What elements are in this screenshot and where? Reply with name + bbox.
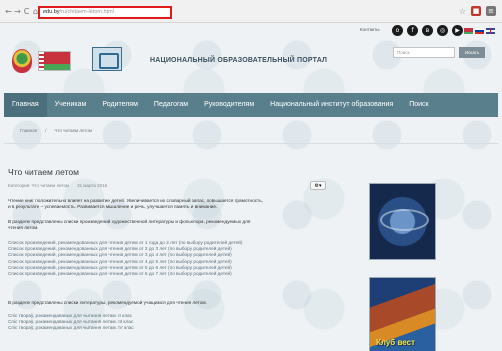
belarus-flag-icon (38, 51, 71, 71)
sidebar-banner-books[interactable]: Клуб вест (369, 277, 436, 351)
school-list: Спіс твораў, рэкамендаваных для чытання … (8, 313, 353, 332)
reload-icon[interactable]: C (22, 7, 31, 16)
menu-icon[interactable]: ≡ (486, 6, 496, 16)
facebook-icon[interactable]: f (407, 25, 418, 36)
search-button[interactable]: Искать (459, 47, 485, 58)
belarus-emblem-icon (12, 49, 32, 73)
back-icon[interactable]: ← (4, 7, 13, 16)
article: Что читаем летом Категория: Что читаем л… (8, 167, 358, 330)
menu-item-teachers[interactable]: Педагогам (146, 93, 196, 117)
banner-caption: Клуб вест (376, 338, 415, 347)
article-date: 31 марта 2016 (77, 183, 108, 188)
gear-icon[interactable]: ⚙▾ (310, 181, 326, 190)
preschool-list: Список произведений, рекомендованных для… (8, 240, 353, 277)
bookmark-star-icon[interactable]: ☆ (459, 7, 466, 16)
portal-title[interactable]: НАЦИОНАЛЬНЫЙ ОБРАЗОВАТЕЛЬНЫЙ ПОРТАЛ (150, 57, 327, 64)
menu-item-students[interactable]: Ученикам (47, 93, 95, 117)
page: Контакты о f в ◎ ▶ НАЦИОНАЛЬНЫЙ ОБРАЗОВА… (0, 23, 502, 351)
article-category[interactable]: Категория: Что читаем летом (8, 183, 69, 188)
divider (4, 143, 498, 144)
flag-by-icon[interactable] (464, 28, 473, 34)
search-form: Поиск Искать (393, 47, 485, 58)
breadcrumb-current: Что читаем летом (54, 128, 92, 133)
sidebar-banner-globe[interactable] (369, 183, 436, 260)
top-utility-bar: Контакты о f в ◎ ▶ (0, 23, 502, 41)
menu-item-search[interactable]: Поиск (401, 93, 436, 117)
breadcrumb: Главная / Что читаем летом (20, 128, 92, 133)
list-item[interactable]: Спіс твораў, рэкамендаваных для чытання … (8, 325, 353, 331)
breadcrumb-separator: / (45, 128, 47, 133)
search-input[interactable]: Поиск (393, 47, 455, 58)
intro-line: и в результате – успеваемость. Развивает… (8, 204, 218, 210)
url-path: /ru/chitaem-letom.html (59, 9, 114, 15)
instagram-icon[interactable]: ◎ (437, 25, 448, 36)
language-switcher (464, 28, 495, 34)
article-intro: Чтение книг положительно влияет на разви… (8, 198, 353, 210)
menu-item-institute[interactable]: Национальный институт образования (262, 93, 401, 117)
menu-item-managers[interactable]: Руководителям (196, 93, 262, 117)
portal-logo-icon[interactable] (92, 47, 122, 71)
extension-icon[interactable]: ■ (471, 6, 481, 16)
list-item[interactable]: Список произведений, рекомендованных для… (8, 271, 353, 277)
social-links: о f в ◎ ▶ (392, 25, 463, 36)
browser-toolbar: ← → C ⌂ edu.by/ru/chitaem-letom.html ☆ ■… (0, 0, 502, 23)
vk-icon[interactable]: в (422, 25, 433, 36)
url-host: edu.by (43, 9, 60, 15)
menu-item-home[interactable]: Главная (4, 93, 47, 117)
odnoklassniki-icon[interactable]: о (392, 25, 403, 36)
article-meta: Категория: Что читаем летом 31 марта 201… (8, 183, 358, 188)
youtube-icon[interactable]: ▶ (452, 25, 463, 36)
menu-item-parents[interactable]: Родителям (94, 93, 146, 117)
flag-en-icon[interactable] (486, 28, 495, 34)
breadcrumb-home[interactable]: Главная (20, 128, 37, 133)
address-bar[interactable]: edu.by/ru/chitaem-letom.html (38, 6, 172, 19)
contacts-link[interactable]: Контакты (360, 27, 379, 32)
main-menu: Главная Ученикам Родителям Педагогам Рук… (4, 93, 498, 117)
page-title: Что читаем летом (8, 167, 79, 177)
section1-line: чтения летом. (8, 225, 39, 231)
flag-ru-icon[interactable] (475, 28, 484, 34)
section1-text: В разделе представлены списки произведен… (8, 219, 353, 231)
site-header: НАЦИОНАЛЬНЫЙ ОБРАЗОВАТЕЛЬНЫЙ ПОРТАЛ Поис… (0, 41, 502, 93)
section2-text: В разделе представлены списки литературы… (8, 300, 207, 305)
forward-icon[interactable]: → (13, 7, 22, 16)
